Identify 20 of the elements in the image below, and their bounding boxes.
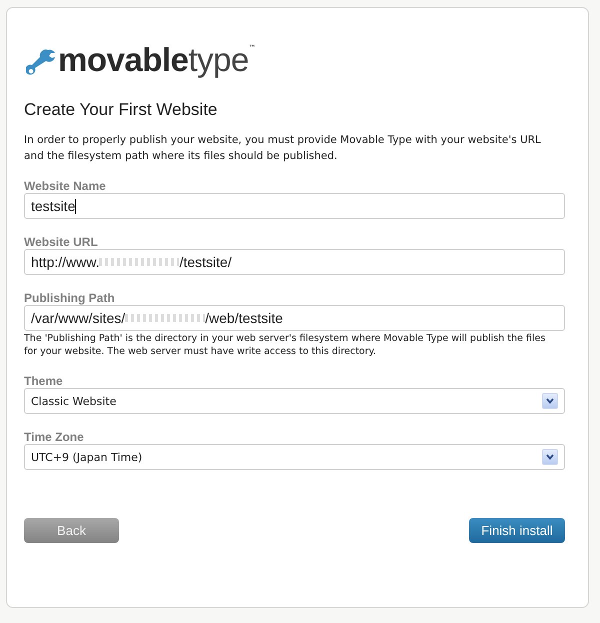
- input-field[interactable]: testsite: [24, 193, 565, 219]
- field-text: /web/testsite: [205, 310, 283, 326]
- field-label: Theme: [24, 374, 64, 388]
- logo-text: movabletype: [58, 42, 249, 78]
- input-field[interactable]: /var/www/sites/ /web/testsite: [24, 305, 565, 331]
- finish-button[interactable]: Finish install: [469, 518, 565, 543]
- dropdown[interactable]: UTC+9 (Japan Time): [24, 444, 565, 470]
- field-label: Website Name: [24, 179, 107, 193]
- wrench-icon: [26, 48, 56, 76]
- field-text: http://www.: [31, 254, 100, 270]
- field-label: Time Zone: [24, 430, 85, 444]
- field-text: /var/www/sites/: [31, 310, 126, 326]
- help-text: The 'Publishing Path' is the directory in your web server's filesystem where Movable Type will publish the files for your website. The web server must have write access to this directory.: [24, 332, 546, 358]
- field-label: Publishing Path: [24, 291, 116, 305]
- intro-text: In order to properly publish your website, you must provide Movable Type with your website's URL and the filesystem path where its files should be published.: [24, 133, 542, 164]
- page-heading: Create Your First Website: [24, 100, 218, 120]
- dropdown[interactable]: Classic Website: [24, 388, 565, 414]
- field-text: /testsite/: [179, 254, 232, 270]
- input-field[interactable]: http://www. /testsite/: [24, 249, 565, 275]
- field-label: Website URL: [24, 235, 99, 249]
